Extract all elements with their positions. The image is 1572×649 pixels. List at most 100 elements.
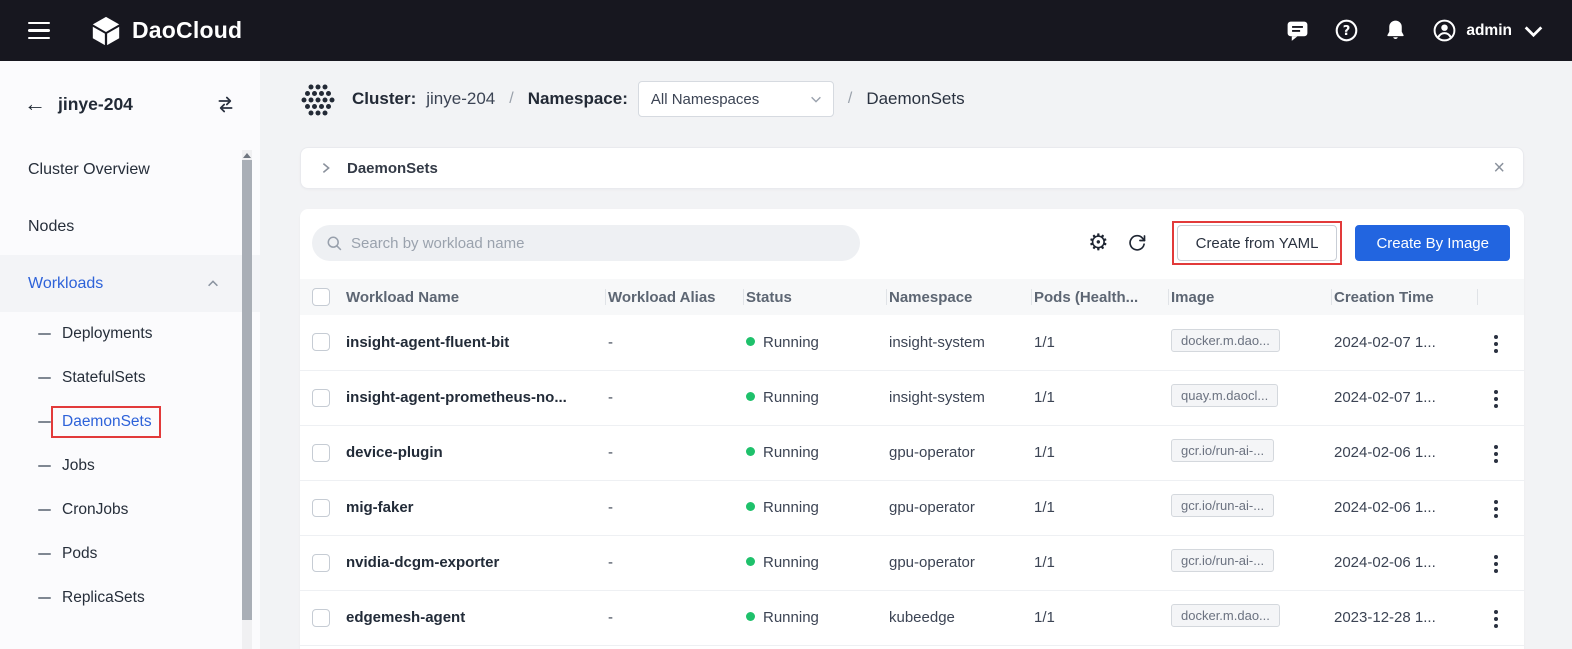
search-input[interactable] [351,235,846,252]
image-tag: gcr.io/run-ai-... [1171,549,1274,572]
username: admin [1466,22,1512,40]
workload-name[interactable]: insight-agent-fluent-bit [344,315,606,370]
sidebar-item-workloads[interactable]: Workloads [0,255,260,312]
row-checkbox[interactable] [312,609,330,627]
workload-status: Running [744,425,887,480]
namespace-select[interactable]: All Namespaces [638,81,834,117]
workload-name[interactable]: insight-agent-prometheus-no... [344,370,606,425]
creation-time: 2024-02-07 1... [1332,315,1478,370]
kebab-menu-icon[interactable] [1488,604,1504,634]
chevron-down-icon [809,92,823,106]
sidebar-item-daemonsets[interactable]: DaemonSets [0,400,260,444]
search-icon [326,235,343,252]
sidebar-item-label: CronJobs [62,501,128,519]
workload-namespace: kubeedge [887,590,1032,645]
status-label: Running [763,389,819,406]
switch-cluster-icon[interactable] [215,94,236,115]
user-menu[interactable]: admin [1432,18,1546,43]
workload-name[interactable]: nvidia-dcgm-exporter [344,535,606,590]
column-header-creation-time: Creation Time [1332,279,1478,315]
workload-alias: - [606,425,744,480]
table-row: insight-agent-prometheus-no... - Running… [300,370,1524,425]
sidebar-item-replicasets[interactable]: ReplicaSets [0,576,260,620]
sidebar-item-label: Cluster Overview [28,161,150,179]
column-header-actions [1478,279,1524,315]
row-checkbox[interactable] [312,499,330,517]
separator: / [848,90,852,108]
sidebar-item-jobs[interactable]: Jobs [0,444,260,488]
creation-time: 2023-12-28 1... [1332,590,1478,645]
search-box [312,225,860,261]
svg-text:?: ? [1343,24,1351,39]
kebab-menu-icon[interactable] [1488,329,1504,359]
column-header-workload-name: Workload Name [344,279,606,315]
context-bar: Cluster: jinye-204 / Namespace: All Name… [300,77,1524,121]
row-checkbox[interactable] [312,389,330,407]
kebab-menu-icon[interactable] [1488,494,1504,524]
sidebar-item-pods[interactable]: Pods [0,532,260,576]
table-header-row: Workload Name Workload Alias Status Name… [300,279,1524,315]
workload-name[interactable]: edgemesh-agent [344,590,606,645]
row-checkbox[interactable] [312,554,330,572]
bell-icon[interactable] [1383,18,1408,43]
sidebar: ← jinye-204 Cluster Overview Nodes Workl… [0,61,260,649]
workload-alias: - [606,590,744,645]
chat-icon[interactable] [1285,18,1310,43]
sidebar-item-nodes[interactable]: Nodes [0,198,260,255]
app-body: ← jinye-204 Cluster Overview Nodes Workl… [0,61,1572,649]
create-by-image-button[interactable]: Create By Image [1355,225,1510,261]
column-header-workload-alias: Workload Alias [606,279,744,315]
workload-namespace: gpu-operator [887,480,1032,535]
sidebar-item-label: DaemonSets [62,413,152,431]
workload-status: Running [744,315,887,370]
chevron-right-icon[interactable] [319,161,333,175]
workload-name[interactable]: mig-faker [344,480,606,535]
back-icon[interactable]: ← [24,93,46,115]
workload-pods: 1/1 [1032,425,1169,480]
status-dot [746,392,755,401]
brand[interactable]: DaoCloud [90,15,242,47]
kebab-menu-icon[interactable] [1488,384,1504,414]
topbar-actions: ? admin [1285,18,1546,43]
avatar [1432,18,1457,43]
sidebar-item-cluster-overview[interactable]: Cluster Overview [0,141,260,198]
status-dot [746,337,755,346]
image-tag: docker.m.dao... [1171,604,1280,627]
refresh-icon[interactable] [1127,233,1147,253]
sidebar-item-label: Jobs [62,457,95,475]
scrollbar-thumb[interactable] [242,160,252,620]
status-label: Running [763,499,819,516]
status-dot [746,557,755,566]
creation-time: 2024-02-07 1... [1332,370,1478,425]
kebab-menu-icon[interactable] [1488,439,1504,469]
creation-time: 2024-02-06 1... [1332,425,1478,480]
cluster-icon [300,81,336,117]
table-row: device-plugin - Running gpu-operator 1/1… [300,425,1524,480]
select-all-checkbox[interactable] [312,288,330,306]
workload-pods: 1/1 [1032,480,1169,535]
scrollbar-up-arrow[interactable] [243,153,251,158]
status-label: Running [763,334,819,351]
page-title: DaemonSets [866,89,964,109]
close-icon[interactable]: × [1493,158,1505,178]
menu-icon[interactable] [26,22,52,40]
workload-namespace: insight-system [887,370,1032,425]
sidebar-item-deployments[interactable]: Deployments [0,312,260,356]
sidebar-item-label: Workloads [28,275,103,293]
workload-alias: - [606,315,744,370]
row-checkbox[interactable] [312,333,330,351]
toolbar: ⚙ Create from YAML Create By Image [300,225,1524,261]
gear-icon[interactable]: ⚙ [1088,232,1109,255]
help-icon[interactable]: ? [1334,18,1359,43]
creation-time: 2024-02-06 1... [1332,535,1478,590]
topbar: DaoCloud ? admin [0,0,1572,61]
row-checkbox[interactable] [312,444,330,462]
workload-name[interactable]: device-plugin [344,425,606,480]
sidebar-item-cronjobs[interactable]: CronJobs [0,488,260,532]
sidebar-item-statefulsets[interactable]: StatefulSets [0,356,260,400]
dash-icon [38,421,51,424]
kebab-menu-icon[interactable] [1488,549,1504,579]
status-dot [746,612,755,621]
workload-alias: - [606,480,744,535]
create-from-yaml-button[interactable]: Create from YAML [1177,225,1338,261]
